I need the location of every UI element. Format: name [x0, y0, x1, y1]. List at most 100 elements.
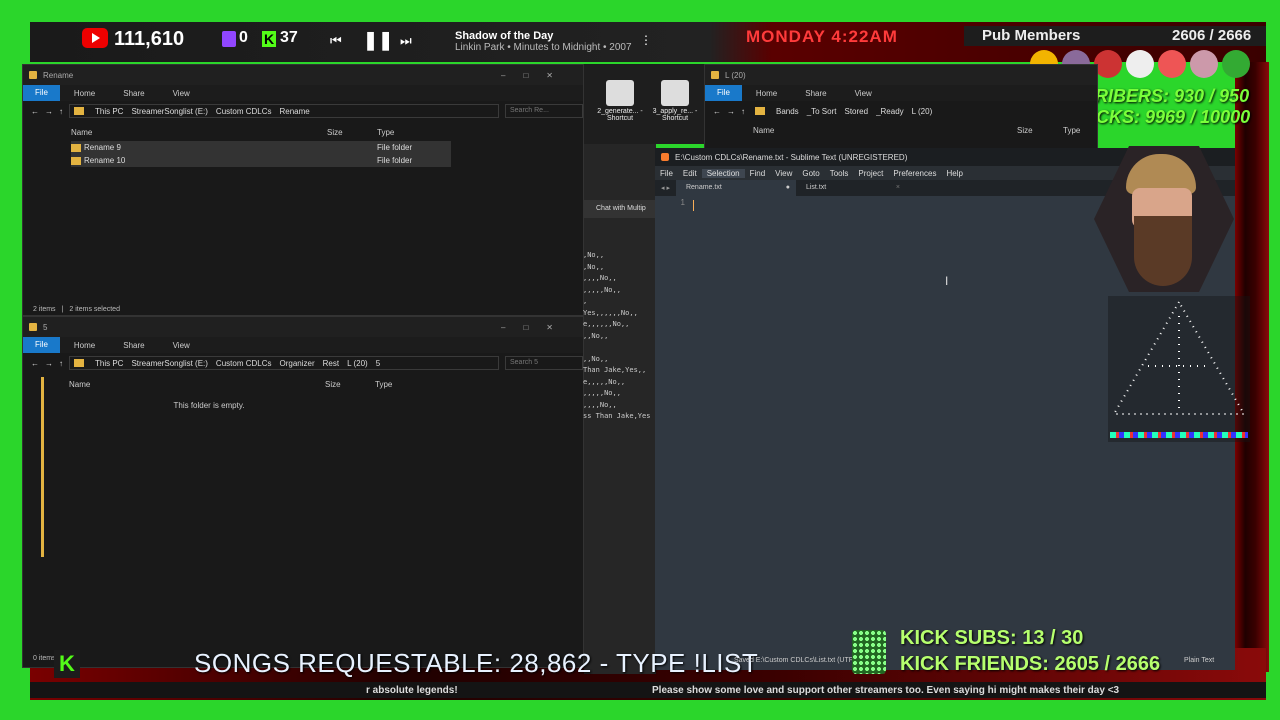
forward-icon[interactable]: →	[45, 359, 53, 368]
text-cursor	[693, 200, 694, 211]
desktop-shortcut[interactable]: 2_generate... - Shortcut	[595, 80, 645, 122]
breadcrumb[interactable]: This PC StreamerSonglist (E:) Custom CDL…	[69, 356, 499, 370]
menu-view[interactable]: View	[770, 169, 797, 178]
ribbon: File Home Share View	[23, 337, 583, 353]
chat-line: ,No,,	[583, 251, 605, 259]
up-icon[interactable]: ↑	[59, 107, 63, 116]
ribbon-tab-share[interactable]: Share	[791, 89, 840, 98]
tab-rename-txt[interactable]: Rename.txt ●	[675, 180, 796, 196]
ribbon-tab-home[interactable]: Home	[742, 89, 791, 98]
chat-window-tab[interactable]: Chat with Multip	[584, 200, 656, 218]
item-name: Rename 10	[84, 156, 126, 165]
previous-track-icon: ⏮	[330, 33, 342, 48]
ribbon-tab-view[interactable]: View	[159, 341, 204, 350]
close-icon[interactable]: ×	[896, 180, 900, 196]
chat-line: Than Jake,Yes,,	[583, 366, 647, 374]
navigation-pane[interactable]	[23, 121, 67, 301]
crumb-this-pc[interactable]: This PC	[95, 359, 123, 368]
chat-line: ss Than Jake,Yes	[583, 412, 651, 420]
plinko-pegs	[1112, 300, 1246, 415]
column-name[interactable]: Name	[69, 380, 325, 389]
crumb-rename[interactable]: Rename	[280, 107, 310, 116]
sublime-status-left: Saved E:\Custom CDLCs\List.txt (UTF-8	[734, 657, 860, 664]
menu-project[interactable]: Project	[853, 169, 888, 178]
ribbon-tab-view[interactable]: View	[159, 89, 204, 98]
search-input[interactable]: Search Re...	[505, 104, 583, 118]
back-icon[interactable]: ←	[713, 107, 721, 116]
menu-help[interactable]: Help	[941, 169, 967, 178]
column-type[interactable]: Type	[375, 380, 445, 389]
ticker-text-right: Please show some love and support other …	[652, 685, 1120, 696]
chat-line: e,,,,,,No,,	[583, 320, 630, 328]
menu-selection[interactable]: Selection	[701, 168, 745, 178]
explorer-window-l20: L (20) File Home Share View ← → ↑ Bands …	[704, 64, 1098, 150]
stream-clock: MONDAY 4:22AM	[746, 27, 898, 46]
column-name[interactable]: Name	[753, 126, 1017, 135]
crumb-this-pc[interactable]: This PC	[95, 107, 123, 116]
crumb-organizer[interactable]: Organizer	[280, 359, 315, 368]
menu-tools[interactable]: Tools	[825, 169, 854, 178]
crumb-custom-cdlcs[interactable]: Custom CDLCs	[216, 107, 272, 116]
crumb-stored[interactable]: Stored	[844, 107, 868, 116]
tab-list-txt[interactable]: List.txt ×	[796, 180, 906, 196]
list-item[interactable]: Rename 9 File folder	[71, 141, 451, 154]
crumb-l-20[interactable]: L (20)	[347, 359, 368, 368]
up-icon[interactable]: ↑	[741, 107, 745, 116]
chat-line: e,,,,,No,,	[583, 377, 626, 386]
crumb-drive[interactable]: StreamerSonglist (E:)	[131, 359, 207, 368]
now-playing-subtitle: Linkin Park • Minutes to Midnight • 2007	[455, 42, 632, 53]
crumb-l-20[interactable]: L (20)	[912, 107, 933, 116]
menu-goto[interactable]: Goto	[797, 169, 824, 178]
menu-preferences[interactable]: Preferences	[888, 169, 941, 178]
column-type[interactable]: Type	[1063, 126, 1080, 135]
twitch-icon	[222, 31, 236, 47]
up-icon[interactable]: ↑	[59, 359, 63, 368]
item-type: File folder	[377, 143, 413, 152]
forward-icon[interactable]: →	[45, 107, 53, 116]
unsaved-dot-icon[interactable]: ●	[786, 180, 790, 196]
line-number: 1	[680, 198, 685, 207]
forward-icon[interactable]: →	[727, 107, 735, 116]
back-icon[interactable]: ←	[31, 359, 39, 368]
search-input[interactable]: Search 5	[505, 356, 583, 370]
crumb-bands[interactable]: Bands	[776, 107, 799, 116]
navigation-pane[interactable]	[23, 373, 67, 653]
breadcrumb[interactable]: Bands _To Sort Stored _Ready L (20)	[751, 104, 1097, 118]
breadcrumb[interactable]: This PC StreamerSonglist (E:) Custom CDL…	[69, 104, 499, 118]
ribbon-tab-file[interactable]: File	[705, 85, 742, 101]
empty-folder-message: This folder is empty.	[173, 401, 245, 410]
chat-line: ,,,,No,,	[583, 400, 617, 409]
list-item[interactable]: Rename 10 File folder	[71, 154, 451, 167]
ribbon-tab-share[interactable]: Share	[109, 89, 158, 98]
menu-edit[interactable]: Edit	[678, 169, 702, 178]
ribbon: File Home Share View	[705, 85, 1097, 101]
crumb-rest[interactable]: Rest	[323, 359, 339, 368]
folder-icon	[711, 71, 719, 79]
crumb-to-sort[interactable]: _To Sort	[807, 107, 837, 116]
column-size[interactable]: Size	[327, 128, 377, 137]
ribbon-tab-home[interactable]: Home	[60, 89, 109, 98]
sublime-status-right: Plain Text	[1184, 657, 1215, 664]
menu-file[interactable]: File	[655, 169, 678, 178]
chat-line: ,,No,,	[583, 354, 609, 363]
column-name[interactable]: Name	[71, 128, 327, 137]
ribbon-tab-home[interactable]: Home	[60, 341, 109, 350]
crumb-ready[interactable]: _Ready	[876, 107, 904, 116]
desktop-shortcut[interactable]: 3_apply_re... - Shortcut	[650, 80, 700, 122]
crumb-custom-cdlcs[interactable]: Custom CDLCs	[216, 359, 272, 368]
back-icon[interactable]: ←	[31, 107, 39, 116]
column-size[interactable]: Size	[325, 380, 375, 389]
column-size[interactable]: Size	[1017, 126, 1063, 135]
tab-nav-arrows-icon[interactable]: ◂ ▸	[655, 184, 676, 192]
ribbon-tab-share[interactable]: Share	[109, 341, 158, 350]
ribbon-tab-file[interactable]: File	[23, 85, 60, 101]
crumb-5[interactable]: 5	[376, 359, 380, 368]
item-name: Rename 9	[84, 143, 121, 152]
ribbon-tab-file[interactable]: File	[23, 337, 60, 353]
menu-find[interactable]: Find	[745, 169, 771, 178]
status-bar: 2 items | 2 items selected	[23, 302, 583, 315]
column-type[interactable]: Type	[377, 128, 447, 137]
crumb-drive[interactable]: StreamerSonglist (E:)	[131, 107, 207, 116]
ribbon-tab-view[interactable]: View	[841, 89, 886, 98]
folder-icon	[71, 143, 81, 152]
